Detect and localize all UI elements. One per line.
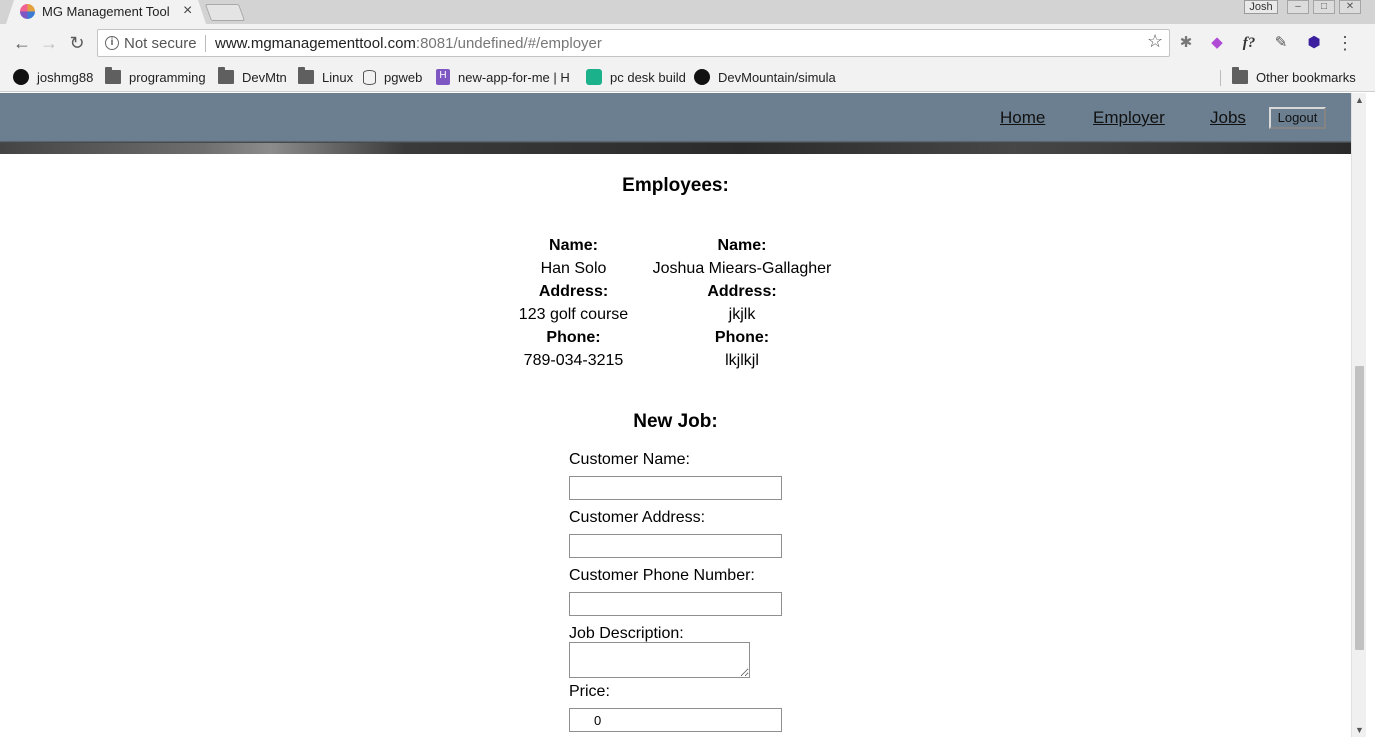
tab-strip: MG Management Tool × Josh – □ ✕ — [0, 0, 1375, 24]
employee-phone: 789-034-3215 — [523, 352, 624, 369]
other-bookmarks[interactable]: Other bookmarks — [1232, 66, 1356, 88]
address-bar[interactable]: i Not secure www.mgmanagementtool.com:80… — [97, 29, 1170, 57]
bookmark-star-icon[interactable]: ☆ — [1147, 31, 1163, 52]
price-input[interactable] — [569, 708, 782, 732]
bookmark-label: Linux — [322, 69, 354, 85]
menu-icon[interactable]: ⋮ — [1336, 32, 1354, 54]
security-label[interactable]: Not secure — [124, 35, 197, 52]
reload-icon[interactable]: ↻ — [65, 31, 89, 55]
price-label: Price: — [569, 683, 610, 700]
tab-close-icon[interactable]: × — [183, 2, 192, 20]
bookmarks-bar: joshmg88 programming DevMtn Linux pgweb … — [0, 62, 1375, 92]
forward-arrow-icon[interactable]: → — [37, 31, 61, 55]
header-banner: Home Employer Jobs Logout — [0, 93, 1351, 154]
name-label: Name: — [717, 237, 767, 254]
maximize-icon[interactable]: □ — [1313, 0, 1335, 14]
url-path: :8081/undefined/#/employer — [415, 35, 602, 52]
tab-title[interactable]: MG Management Tool — [42, 4, 170, 19]
customer-address-input[interactable] — [569, 534, 782, 558]
bookmark-label: joshmg88 — [37, 69, 94, 85]
bookmark-label: DevMountain/simula — [718, 69, 836, 85]
github-icon — [694, 69, 710, 85]
address-label: Address: — [707, 283, 777, 300]
minimize-icon[interactable]: – — [1287, 0, 1309, 14]
bug-icon[interactable]: ✱ — [1176, 33, 1196, 53]
customer-phone-label: Customer Phone Number: — [569, 567, 755, 584]
bookmark-label: new-app-for-me | H — [458, 69, 570, 85]
bookmark-devmtn[interactable]: DevMtn — [218, 66, 287, 88]
scroll-down-icon[interactable]: ▼ — [1355, 725, 1364, 735]
cube-icon[interactable]: ⬢ — [1304, 33, 1324, 53]
omnibox-divider — [205, 35, 206, 52]
github-icon — [13, 69, 29, 85]
nav-employer-link[interactable]: Employer — [1093, 108, 1165, 128]
address-label: Address: — [538, 283, 609, 300]
other-bookmarks-label: Other bookmarks — [1256, 69, 1356, 85]
page-scrollbar[interactable]: ▲ ▼ — [1351, 93, 1366, 737]
customer-name-input[interactable] — [569, 476, 782, 500]
page-viewport: Home Employer Jobs Logout Employees: Nam… — [0, 93, 1351, 737]
phone-label: Phone: — [714, 329, 770, 346]
nav-jobs-link[interactable]: Jobs — [1210, 108, 1246, 128]
bookmarks-divider — [1220, 70, 1221, 86]
phone-label: Phone: — [546, 329, 601, 346]
bookmark-joshmg88[interactable]: joshmg88 — [13, 66, 93, 88]
paint-icon[interactable]: ◆ — [1207, 33, 1227, 53]
scrollbar-thumb[interactable] — [1355, 366, 1364, 650]
name-label: Name: — [549, 237, 598, 254]
url-host: www.mgmanagementtool.com — [215, 35, 416, 52]
customer-name-label: Customer Name: — [569, 451, 690, 468]
pcpartpicker-icon — [586, 69, 602, 85]
nav-home-link[interactable]: Home — [1000, 108, 1045, 128]
employee-phone: lkjlkjl — [725, 352, 759, 369]
employee-card: Name: Han Solo Address: 123 golf course … — [492, 234, 655, 372]
window-edge — [1366, 93, 1375, 737]
eyedropper-icon[interactable]: ✎ — [1271, 33, 1291, 53]
font-finder-icon[interactable]: f? — [1239, 33, 1259, 53]
new-tab-button[interactable] — [204, 4, 246, 21]
employee-address: 123 golf course — [518, 306, 629, 323]
bookmark-programming[interactable]: programming — [105, 66, 206, 88]
employee-address: jkjlk — [728, 306, 756, 323]
folder-icon — [298, 67, 314, 84]
profile-button[interactable]: Josh — [1244, 0, 1278, 14]
heroku-icon: H — [436, 69, 450, 85]
url-text[interactable]: www.mgmanagementtool.com:8081/undefined/… — [215, 35, 602, 52]
scroll-up-icon[interactable]: ▲ — [1355, 95, 1364, 105]
bookmark-pgweb[interactable]: pgweb — [363, 66, 422, 88]
close-window-icon[interactable]: ✕ — [1339, 0, 1361, 14]
employee-name: Joshua Miears-Gallagher — [652, 260, 832, 277]
folder-icon — [218, 67, 234, 84]
bookmark-devmountain-simula[interactable]: DevMountain/simula — [694, 66, 836, 88]
customer-phone-input[interactable] — [569, 592, 782, 616]
bookmark-label: pc desk build — [610, 69, 686, 85]
new-job-heading: New Job: — [633, 411, 718, 432]
folder-icon — [105, 67, 121, 84]
logout-button[interactable]: Logout — [1269, 107, 1326, 129]
bookmark-new-app[interactable]: Hnew-app-for-me | H — [436, 66, 570, 88]
folder-icon — [1232, 67, 1248, 84]
employee-name: Han Solo — [540, 260, 607, 277]
bookmark-label: programming — [129, 69, 206, 85]
tab-favicon-icon — [20, 4, 35, 19]
bookmark-linux[interactable]: Linux — [298, 66, 353, 88]
info-icon[interactable]: i — [105, 36, 119, 50]
employee-card: Name: Joshua Miears-Gallagher Address: j… — [632, 234, 852, 372]
back-arrow-icon[interactable]: ← — [10, 31, 34, 55]
customer-address-label: Customer Address: — [569, 509, 706, 526]
bookmark-label: pgweb — [384, 69, 423, 85]
browser-toolbar: ← → ↻ i Not secure www.mgmanagementtool.… — [0, 24, 1375, 62]
job-description-textarea[interactable] — [569, 642, 750, 678]
employees-heading: Employees: — [622, 175, 729, 196]
bookmark-label: DevMtn — [242, 69, 287, 85]
banner-image — [0, 143, 1351, 154]
job-description-label: Job Description: — [569, 625, 684, 642]
database-icon — [363, 69, 376, 85]
bookmark-pc-desk-build[interactable]: pc desk build — [586, 66, 686, 88]
